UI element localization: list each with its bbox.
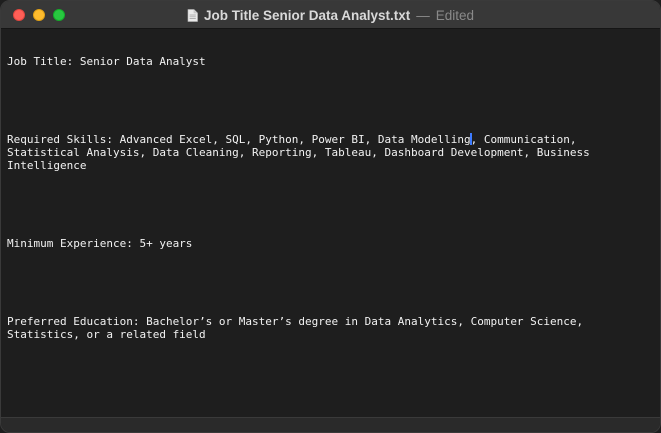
experience-line[interactable]: Minimum Experience: 5+ years (7, 237, 647, 250)
window-title: Job Title Senior Data Analyst.txt (203, 7, 411, 23)
edited-status: Edited (435, 7, 475, 23)
title-bar[interactable]: Job Title Senior Data Analyst.txt — Edit… (1, 1, 660, 29)
title-separator: — (416, 7, 430, 23)
education-paragraph[interactable]: Preferred Education: Bachelor’s or Maste… (7, 315, 647, 341)
blank-line[interactable] (7, 94, 647, 107)
required-skills-paragraph[interactable]: Required Skills: Advanced Excel, SQL, Py… (7, 133, 647, 172)
blank-line[interactable] (7, 198, 647, 211)
job-title-line[interactable]: Job Title: Senior Data Analyst (7, 55, 647, 68)
text-editing-area[interactable]: Job Title: Senior Data Analyst Required … (1, 29, 660, 417)
document-text[interactable]: Job Title: Senior Data Analyst Required … (7, 29, 647, 367)
text-editor-window: Job Title Senior Data Analyst.txt — Edit… (0, 0, 661, 433)
horizontal-scrollbar[interactable] (1, 417, 660, 432)
text-document-icon[interactable] (187, 8, 198, 22)
blank-line[interactable] (7, 276, 647, 289)
skills-text-before-caret[interactable]: Required Skills: Advanced Excel, SQL, Py… (7, 133, 471, 146)
window-title-area: Job Title Senior Data Analyst.txt — Edit… (1, 1, 660, 29)
